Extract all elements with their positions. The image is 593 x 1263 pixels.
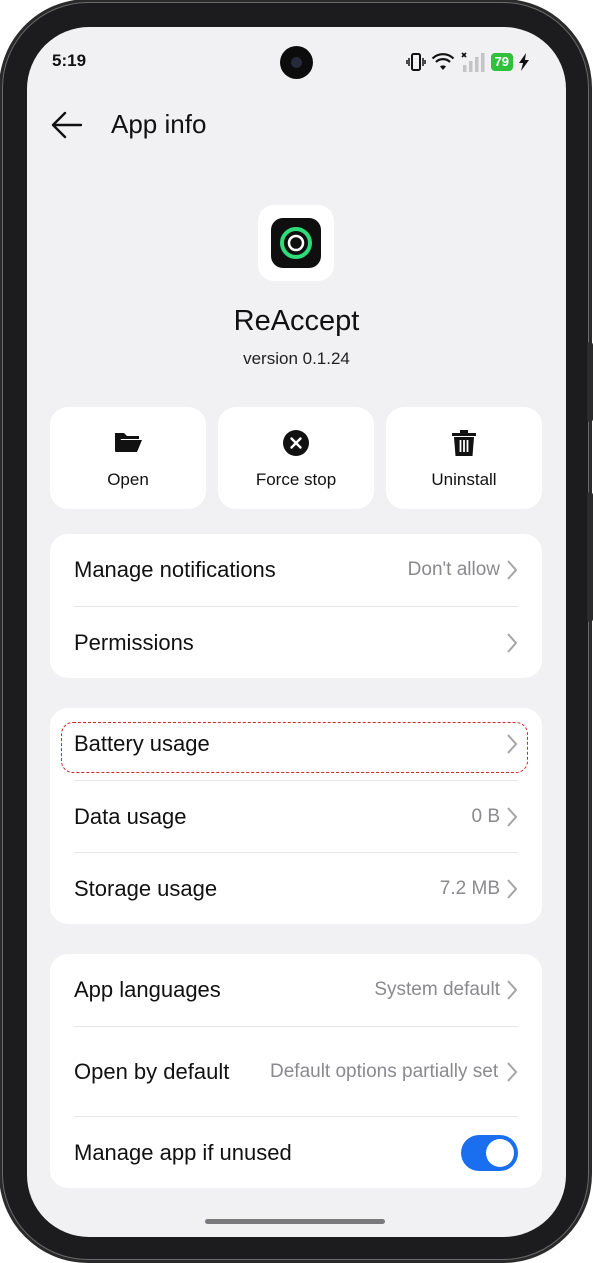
data-usage-value: 0 B [471,805,500,827]
open-by-default-value: Default options partially set [270,1060,499,1082]
force-stop-button[interactable]: Force stop [218,407,374,509]
permissions-row[interactable]: Permissions [74,606,518,678]
manage-if-unused-toggle[interactable] [461,1134,518,1171]
battery-usage-row[interactable]: Battery usage [61,708,528,780]
charging-icon [519,53,529,71]
folder-open-icon [115,433,142,452]
battery-level: 79 [490,53,513,71]
open-button-label: Open [107,470,149,489]
status-bar: 5:19 79 [27,27,566,97]
app-languages-value: System default [374,979,500,1000]
chevron-right-icon [507,980,518,1000]
chevron-right-icon [507,878,518,899]
open-by-default-label: Open by default [74,1058,230,1084]
manage-notifications-row[interactable]: Manage notifications Don't allow [74,534,518,606]
app-bar: App info [27,105,566,145]
action-buttons: Open Force stop Uninstall [50,407,542,509]
data-usage-row[interactable]: Data usage 0 B [74,780,518,852]
vibrate-icon [405,53,426,71]
page-title: App info [111,109,207,139]
chevron-right-icon [507,560,518,580]
manage-if-unused-row: Manage app if unused [74,1116,518,1188]
manage-if-unused-label: Manage app if unused [74,1139,292,1165]
open-button[interactable]: Open [50,407,206,509]
app-languages-row[interactable]: App languages System default [74,954,518,1026]
front-camera [280,46,313,79]
permissions-label: Permissions [74,629,194,655]
back-arrow-icon[interactable] [49,107,85,143]
app-languages-label: App languages [74,977,221,1002]
battery-usage-label: Battery usage [74,731,210,756]
chevron-right-icon [507,806,518,827]
app-name: ReAccept [233,305,360,337]
usage-card: Battery usage Data usage 0 B Storage usa… [50,708,542,924]
force-stop-label: Force stop [255,470,337,489]
uninstall-label: Uninstall [431,470,497,489]
storage-usage-label: Storage usage [74,875,218,901]
manage-notifications-label: Manage notifications [74,557,276,582]
uninstall-button[interactable]: Uninstall [386,407,542,509]
wifi-icon [431,53,454,70]
manage-notifications-value: Don't allow [407,559,500,580]
toggle-knob [486,1138,514,1167]
app-icon [258,205,334,281]
app-settings-card: App languages System default Open by def… [50,954,542,1188]
close-circle-icon [283,430,309,456]
status-time: 5:19 [52,51,87,70]
status-icons: 79 [405,51,530,73]
chevron-right-icon [507,734,518,754]
home-indicator[interactable] [205,1219,385,1224]
trash-icon [452,430,476,456]
storage-usage-row[interactable]: Storage usage 7.2 MB [74,852,518,924]
storage-usage-value: 7.2 MB [439,877,500,899]
notifications-card: Manage notifications Don't allow Permiss… [50,534,542,678]
power-button [587,492,593,622]
chevron-right-icon [507,632,518,653]
volume-button [587,342,593,422]
open-by-default-row[interactable]: Open by default Default options partiall… [74,1026,518,1116]
phone-frame: 5:19 79 App info ReAccept version 0.1.24… [2,2,593,1260]
reaccept-logo-icon [271,218,321,268]
chevron-right-icon [507,1061,518,1082]
app-version: version 0.1.24 [243,349,350,368]
data-usage-label: Data usage [74,803,187,829]
screen: 5:19 79 App info ReAccept version 0.1.24… [27,27,566,1237]
signal-icon [460,52,485,72]
